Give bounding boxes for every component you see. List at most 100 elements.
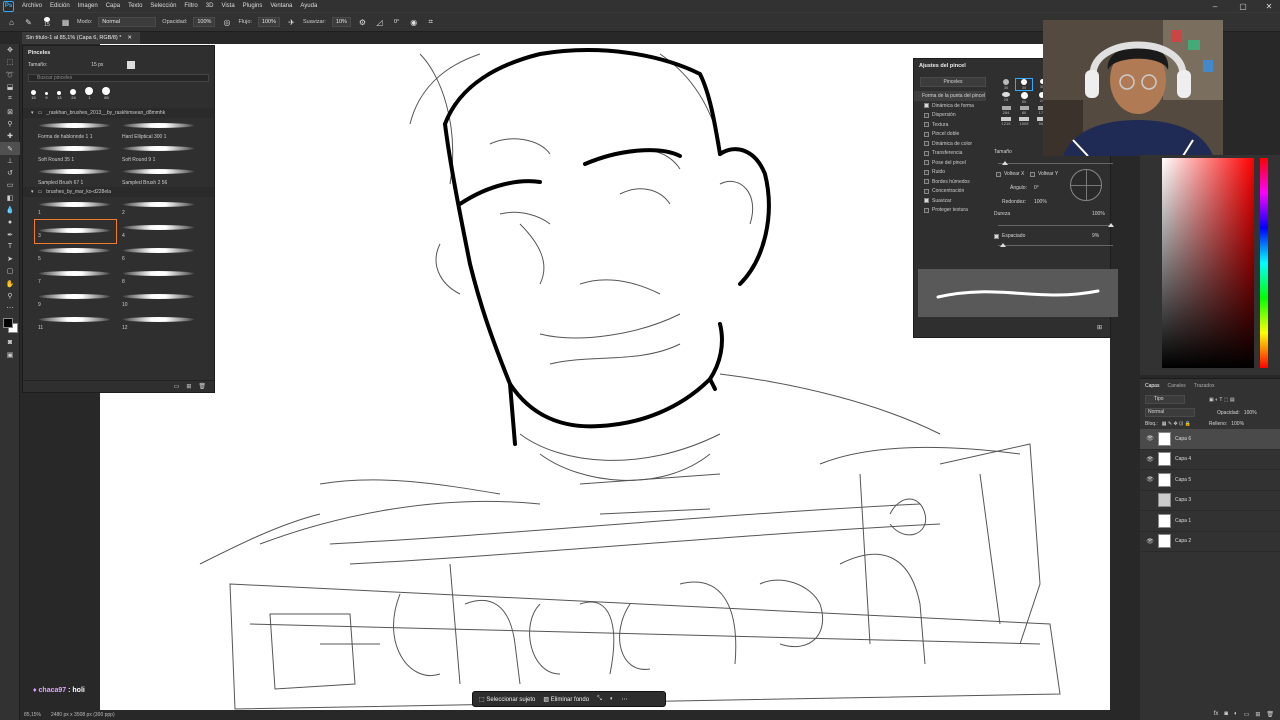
smoothing-options-gear-icon[interactable]: ⚙ bbox=[357, 17, 368, 28]
preset-brush[interactable]: 1 bbox=[85, 87, 94, 100]
layer-row[interactable]: Capa 3 bbox=[1140, 491, 1280, 511]
checkbox[interactable] bbox=[924, 122, 929, 128]
group-folder-icon[interactable]: ▭ bbox=[1244, 711, 1250, 718]
spacing-slider-thumb[interactable] bbox=[1000, 243, 1006, 247]
create-new-brush-icon[interactable]: ⊞ bbox=[1097, 324, 1102, 331]
home-icon[interactable]: ⌂ bbox=[6, 17, 17, 28]
symmetry-icon[interactable]: ⌗ bbox=[425, 17, 436, 28]
adjustment-icon[interactable]: ◐ bbox=[1234, 711, 1238, 717]
brush-group-mar-ko[interactable]: ▾ ▭ brushes_by_mar_ko-d228ela bbox=[23, 187, 214, 197]
new-group-folder-icon[interactable]: ▭ bbox=[174, 383, 180, 390]
brush-tip[interactable]: 1215 bbox=[998, 117, 1014, 126]
delete-trash-icon[interactable]: 🗑 bbox=[198, 383, 206, 390]
menu-ayuda[interactable]: Ayuda bbox=[296, 3, 321, 9]
brush-search-input[interactable]: Buscar pinceles bbox=[28, 74, 209, 82]
brush-tip-selected[interactable]: 30 bbox=[1015, 78, 1033, 91]
dodge-tool-icon[interactable]: ● bbox=[0, 216, 20, 228]
fx-icon[interactable]: fx bbox=[1214, 711, 1219, 717]
lasso-tool-icon[interactable]: ➰ bbox=[0, 69, 20, 81]
document-tab[interactable]: Sin título-1 al 85,1% (Capa 6, RGB/8) * … bbox=[22, 32, 140, 44]
brush-item[interactable]: Soft Round 35 1 bbox=[35, 141, 116, 164]
airbrush-icon[interactable]: ✈ bbox=[286, 17, 297, 28]
select-subject-button[interactable]: ⬚ Seleccionar sujeto bbox=[479, 696, 535, 703]
eyedropper-tool-icon[interactable]: ⚲ bbox=[0, 118, 20, 130]
type-tool-icon[interactable]: T bbox=[0, 241, 20, 253]
size-slider[interactable] bbox=[998, 161, 1113, 165]
filter-icons[interactable]: ▣ ◐ T ⬚ ▤ bbox=[1209, 397, 1235, 403]
gradient-tool-icon[interactable]: ◧ bbox=[0, 192, 20, 204]
close-window-icon[interactable]: ✕ bbox=[1260, 0, 1278, 12]
opacity-field[interactable]: 100% bbox=[193, 17, 216, 27]
lock-icons[interactable]: ▦ ✎ ✥ ⊡ 🔒 bbox=[1162, 421, 1191, 427]
layer-row-selected[interactable]: 👁 Capa 6 bbox=[1140, 429, 1280, 450]
zoom-tool-icon[interactable]: ⚲ bbox=[0, 290, 20, 302]
brush-item[interactable]: Sampled Brush 67 1 bbox=[35, 164, 116, 187]
spacing-slider[interactable] bbox=[998, 243, 1113, 247]
eye-icon[interactable]: 👁 bbox=[1146, 538, 1154, 545]
brush-tool-icon[interactable]: ✎ bbox=[23, 17, 34, 28]
brush-settings-toggle-icon[interactable]: ▦ bbox=[60, 17, 71, 28]
fill-field[interactable]: 100% bbox=[1231, 421, 1244, 427]
preset-brush[interactable]: 15 bbox=[31, 90, 36, 100]
tab-layers[interactable]: Capas bbox=[1145, 383, 1159, 389]
delete-trash-icon[interactable]: 🗑 bbox=[1266, 711, 1274, 718]
more-options-icon[interactable]: ⋯ bbox=[622, 696, 628, 703]
brush-tip[interactable]: 1005 bbox=[1016, 117, 1032, 126]
menu-plugins[interactable]: Plugins bbox=[239, 3, 267, 9]
spacing-value[interactable]: 9% bbox=[1092, 233, 1099, 239]
menu-filtro[interactable]: Filtro bbox=[180, 3, 201, 9]
mask-icon[interactable]: ◙ bbox=[1224, 711, 1228, 717]
flow-field[interactable]: 100% bbox=[257, 17, 280, 27]
checkbox[interactable] bbox=[1030, 171, 1035, 177]
layer-filter-select[interactable]: Tipo bbox=[1145, 395, 1185, 404]
blur-tool-icon[interactable]: 💧 bbox=[0, 204, 20, 216]
new-brush-plus-icon[interactable]: ⊞ bbox=[186, 383, 191, 390]
pressure-size-icon[interactable]: ◉ bbox=[408, 17, 419, 28]
checkbox[interactable] bbox=[996, 171, 1001, 177]
pressure-opacity-icon[interactable]: ◎ bbox=[221, 17, 232, 28]
checkbox[interactable] bbox=[924, 188, 929, 194]
spacing-row[interactable]: Espaciado bbox=[994, 233, 1025, 239]
menu-imagen[interactable]: Imagen bbox=[74, 3, 102, 9]
zoom-level[interactable]: 85,15% bbox=[24, 712, 41, 718]
layer-row[interactable]: 👁 Capa 5 bbox=[1140, 470, 1280, 491]
crop-tool-icon[interactable]: ⌗ bbox=[0, 93, 20, 105]
brush-item[interactable]: 10 bbox=[119, 289, 200, 312]
checkbox[interactable] bbox=[994, 233, 999, 239]
brush-item[interactable]: 2 bbox=[119, 197, 200, 220]
brush-tip[interactable]: 80 bbox=[1016, 106, 1032, 115]
brush-item[interactable]: 9 bbox=[35, 289, 116, 312]
checkbox[interactable] bbox=[924, 198, 929, 204]
checkbox[interactable] bbox=[924, 169, 929, 175]
roundness-value[interactable]: 100% bbox=[1034, 199, 1047, 205]
layer-row[interactable]: Capa 1 bbox=[1140, 511, 1280, 532]
menu-archivo[interactable]: Archivo bbox=[18, 3, 46, 9]
hardness-slider[interactable] bbox=[998, 223, 1114, 227]
brush-tip-shape-header[interactable]: Forma de la punta del pincel bbox=[914, 91, 986, 101]
brush-group-raskhan[interactable]: ▾ ▭ _raskhan_brushes_2013__by_raskhimsean… bbox=[23, 108, 214, 118]
menu-3d[interactable]: 3D bbox=[202, 3, 218, 9]
new-layer-plus-icon[interactable]: ⊞ bbox=[1255, 711, 1260, 718]
blend-mode-select[interactable]: Normal bbox=[1145, 408, 1195, 417]
frame-tool-icon[interactable]: ⊠ bbox=[0, 105, 20, 117]
hardness-slider-thumb[interactable] bbox=[1108, 223, 1114, 227]
checkbox[interactable] bbox=[924, 160, 929, 166]
brush-item-selected[interactable]: 3 bbox=[34, 219, 117, 244]
checkbox[interactable] bbox=[924, 103, 929, 109]
flip-y-row[interactable]: Voltear Y bbox=[1030, 171, 1058, 177]
menu-seleccion[interactable]: Selección bbox=[146, 3, 180, 9]
history-brush-tool-icon[interactable]: ↺ bbox=[0, 167, 20, 179]
brush-tip[interactable]: 25 bbox=[998, 92, 1014, 104]
maximize-icon[interactable]: ▢ bbox=[1234, 0, 1252, 12]
pen-tool-icon[interactable]: ✒ bbox=[0, 228, 20, 240]
preset-brush[interactable]: 9 bbox=[45, 92, 48, 100]
foreground-color-swatch[interactable] bbox=[3, 317, 13, 328]
brush-item[interactable]: 6 bbox=[119, 243, 200, 266]
brush-size-field[interactable]: 15 px bbox=[91, 62, 103, 68]
hardness-value[interactable]: 100% bbox=[1092, 211, 1105, 217]
eraser-tool-icon[interactable]: ▭ bbox=[0, 179, 20, 191]
layer-row[interactable]: 👁 Capa 2 bbox=[1140, 532, 1280, 552]
path-select-tool-icon[interactable]: ➤ bbox=[0, 253, 20, 265]
brush-tip[interactable]: 284 bbox=[998, 106, 1014, 115]
menu-vista[interactable]: Vista bbox=[217, 3, 238, 9]
